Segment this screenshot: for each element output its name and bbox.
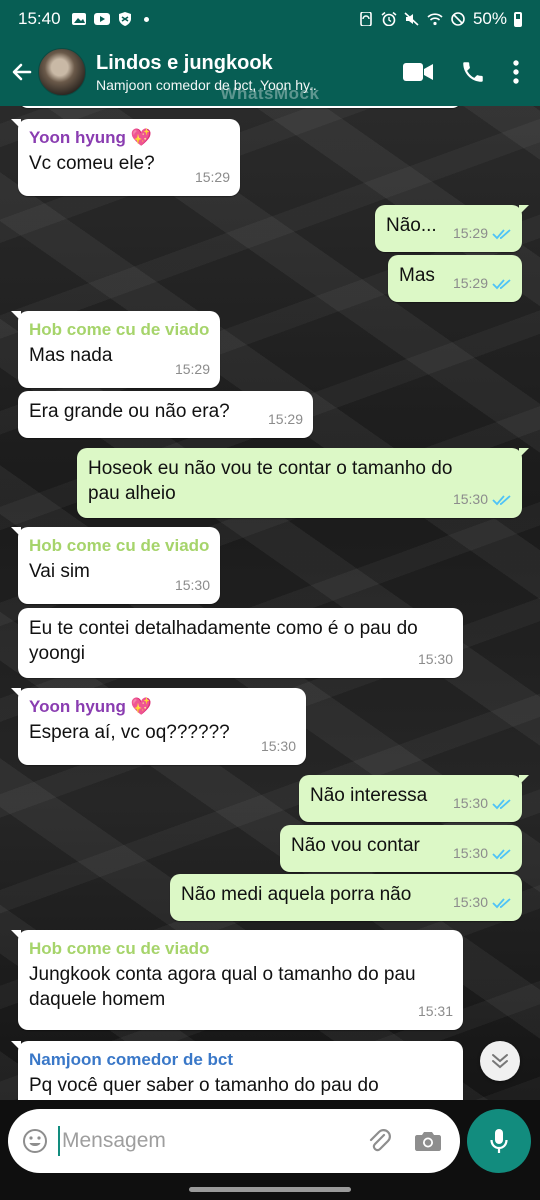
alarm-icon (381, 12, 397, 26)
read-ticks-icon (492, 798, 511, 809)
message-bubble[interactable]: Não vou contar 15:30 (280, 825, 522, 872)
message-bubble[interactable]: Não medi aquela porra não 15:30 (170, 874, 522, 921)
phone-icon[interactable] (460, 59, 486, 85)
message-time: 15:29 (267, 411, 303, 427)
more-vert-icon[interactable] (512, 59, 520, 85)
message-time: 15:29 (452, 275, 488, 291)
message-sender: Hob come cu de viado (29, 536, 210, 555)
sync-icon (360, 12, 372, 26)
message-time: 15:30 (452, 491, 488, 507)
message-bubble[interactable]: Yoon hyung 💖 Vc comeu ele? 15:29 (11, 119, 240, 196)
mute-icon (404, 12, 419, 26)
message-sender: Yoon hyung 💖 (29, 697, 152, 716)
chat-area[interactable]: Yoon hyung 💖 Vc comeu ele? 15:29 Não... … (0, 106, 540, 1100)
message-time: 15:30 (260, 738, 296, 754)
message-sender: Hob come cu de viado (29, 939, 210, 958)
message-time: 15:29 (452, 225, 488, 241)
message-sender: Hob come cu de viado (29, 320, 210, 339)
message-text: Espera aí, vc oq?????? (29, 722, 230, 743)
gallery-icon (71, 13, 86, 25)
message-sender: Namjoon comedor de bct (29, 1050, 234, 1069)
dot-icon (143, 16, 149, 22)
watermark: WhatsMock (220, 84, 320, 103)
status-time: 15:40 (18, 9, 61, 28)
message-text: Jungkook conta agora qual o tamanho do p… (29, 964, 416, 1010)
message-bubble[interactable]: Yoon hyung 💖 Espera aí, vc oq?????? 15:3… (11, 688, 306, 765)
message-time: 15:30 (452, 845, 488, 861)
message-bubble[interactable]: Não... 15:29 (375, 205, 529, 252)
dnd-icon (451, 12, 465, 26)
battery-level: 50% (472, 9, 507, 28)
message-text: Pq você quer saber o tamanho do pau do (29, 1075, 379, 1096)
message-bubble[interactable]: Hoseok eu não vou te contar o tamanho do… (77, 448, 529, 518)
message-time: 15:31 (417, 1003, 453, 1019)
back-arrow-icon (12, 63, 32, 81)
chevron-double-down-icon (492, 1054, 508, 1069)
message-bubble[interactable]: Mas 15:29 (388, 255, 522, 302)
message-text: Era grande ou não era? (29, 401, 230, 422)
read-ticks-icon (492, 494, 511, 505)
chat-title: Lindos e jungkook (96, 51, 273, 74)
message-bubble[interactable]: Hob come cu de viado Vai sim 15:30 (11, 527, 220, 604)
message-bubble[interactable]: Não interessa 15:30 (299, 775, 529, 822)
message-bubble[interactable]: Eu te contei detalhadamente como é o pau… (18, 608, 463, 678)
shield-icon (118, 12, 131, 26)
home-indicator (189, 1187, 351, 1192)
message-input[interactable]: Mensagem (8, 1109, 460, 1173)
message-bubble[interactable]: Era grande ou não era? 15:29 (18, 391, 313, 438)
message-sender: Yoon hyung 💖 (29, 128, 152, 147)
status-bar: 15:40 50% (0, 0, 540, 38)
message-time: 15:30 (174, 577, 210, 593)
message-bubble[interactable]: Hob come cu de viado Jungkook conta agor… (11, 930, 463, 1030)
video-call-icon[interactable] (402, 61, 434, 83)
message-text: Eu te contei detalhadamente como é o pau… (29, 618, 418, 664)
message-time: 15:29 (174, 361, 210, 377)
message-time: 15:30 (452, 894, 488, 910)
message-time: 15:29 (194, 169, 230, 185)
message-bubble[interactable]: Hob come cu de viado Mas nada 15:29 (11, 311, 220, 388)
message-time: 15:30 (452, 795, 488, 811)
mic-icon (490, 1129, 508, 1153)
read-ticks-icon (492, 897, 511, 908)
scroll-to-bottom-button[interactable] (480, 1041, 520, 1081)
mic-button[interactable] (467, 1109, 531, 1173)
text-cursor (58, 1126, 60, 1156)
message-text: Hoseok eu não vou te contar o tamanho do… (88, 458, 453, 504)
read-ticks-icon (492, 228, 511, 239)
message-placeholder: Mensagem (62, 1129, 166, 1152)
emoji-icon[interactable] (22, 1128, 48, 1154)
wifi-icon (427, 13, 443, 26)
camera-icon[interactable] (414, 1129, 442, 1153)
attach-icon[interactable] (366, 1127, 392, 1155)
partial-message (18, 106, 462, 108)
youtube-icon (93, 13, 110, 25)
battery-icon (514, 11, 522, 27)
read-ticks-icon (492, 278, 511, 289)
message-bubble[interactable]: Namjoon comedor de bct Pq você quer sabe… (11, 1041, 463, 1100)
message-composer: Mensagem (0, 1100, 540, 1200)
back-button[interactable] (8, 58, 36, 86)
message-time: 15:30 (417, 651, 453, 667)
read-ticks-icon (492, 848, 511, 859)
